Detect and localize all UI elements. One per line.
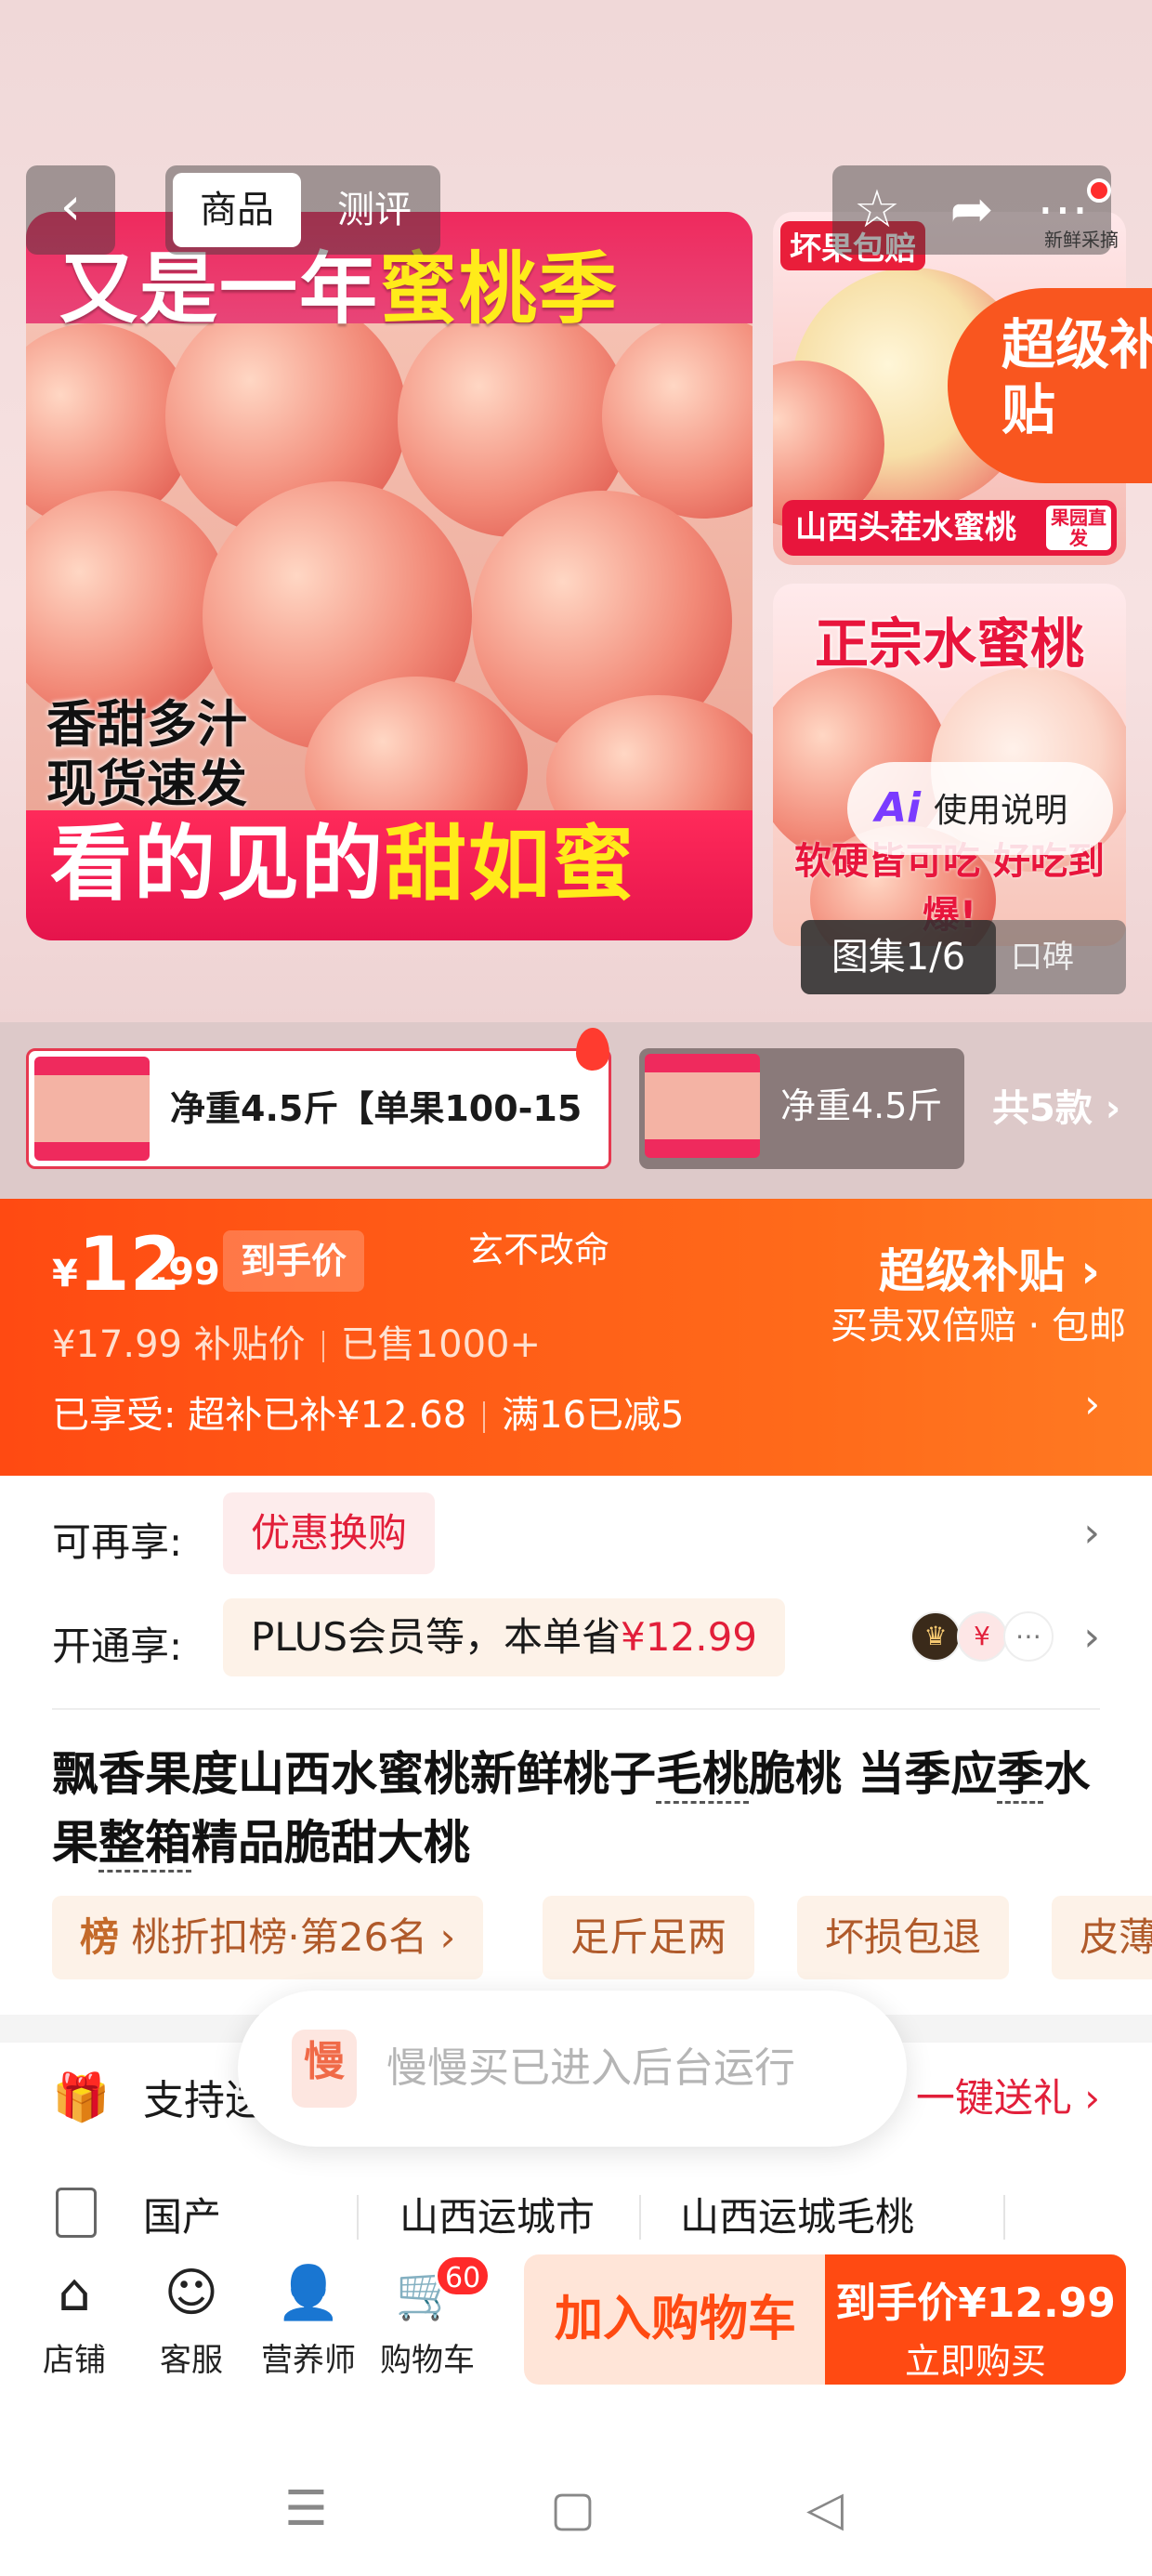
promo-row-exchange[interactable]: 可再享: 优惠换购 › <box>0 1491 1152 1584</box>
tab-review[interactable]: 测评 <box>314 173 435 247</box>
tab-product[interactable]: 商品 <box>173 173 301 247</box>
app-logo-icon: 慢 <box>292 2030 357 2108</box>
smile-icon: ☺ <box>164 2263 219 2323</box>
discount-applied-row[interactable]: 已享受: 超补已补¥12.68 满16已减5 <box>52 1385 685 1439</box>
send-gift-link[interactable]: 一键送礼 › <box>916 2067 1100 2123</box>
crown-icon: ♛ <box>910 1611 961 1662</box>
ai-icon: Ai <box>875 784 922 832</box>
chevron-left-icon: ‹ <box>59 177 82 237</box>
back-triangle-icon[interactable]: ◁ <box>806 2481 844 2537</box>
main-product-image[interactable]: 又是一年蜜桃季 香甜多汁 现货速发 看的见的甜如蜜 <box>26 212 753 940</box>
side2-title: 正宗水蜜桃 <box>814 612 1084 676</box>
rank-icon: 榜 <box>80 1914 120 1960</box>
gallery-pager: 图集1/6 口碑 <box>801 920 1126 994</box>
ai-usage-guide[interactable]: Ai 使用说明 <box>847 762 1113 855</box>
super-subsidy-link[interactable]: 超级补贴 › <box>879 1234 1100 1301</box>
product-title: 飘香果度山西水蜜桃新鲜桃子毛桃脆桃 当季应季水果整箱精品脆甜大桃 <box>52 1740 1111 1877</box>
variant-thumb <box>34 1057 150 1161</box>
service-tags: 榜 桃折扣榜·第26名 › 足斤足两 坏损包退 皮薄 <box>52 1896 1152 1979</box>
chevron-right-icon[interactable]: › <box>1083 1509 1100 1557</box>
system-navigation: ☰ ▢ ◁ <box>0 2453 1152 2576</box>
pager-reviews[interactable]: 口碑 <box>1011 920 1122 994</box>
tag-thin-skin: 皮薄 <box>1052 1896 1152 1979</box>
star-icon[interactable]: ☆ <box>840 175 914 245</box>
main-image-side-text: 香甜多汁 现货速发 <box>46 695 247 813</box>
main-image-bottom-text: 看的见的甜如蜜 <box>50 816 636 912</box>
exchange-chip[interactable]: 优惠换购 <box>223 1492 436 1574</box>
super-subsidy-badge: 超级补贴 <box>948 288 1152 483</box>
person-icon: 👤 <box>276 2263 341 2323</box>
back-button[interactable]: ‹ <box>26 165 115 255</box>
variant-option-1[interactable]: 净重4.5斤【单果100-15 <box>26 1048 611 1169</box>
tab-switcher: 商品 测评 <box>165 165 440 255</box>
shop-button[interactable]: ⌂ 店铺 <box>19 2260 130 2380</box>
gift-icon: 🎁 <box>52 2070 111 2124</box>
notification-dot <box>1087 178 1111 203</box>
rank-tag[interactable]: 榜 桃折扣榜·第26名 › <box>52 1896 484 1979</box>
nutritionist-button[interactable]: 👤 营养师 <box>253 2260 364 2380</box>
cart-count-badge: 60 <box>435 2254 491 2297</box>
promo-row-plus[interactable]: 开通享: PLUS会员等，本单省¥12.99 ♛ ¥ ⋯ › <box>0 1597 1152 1689</box>
chevron-right-icon[interactable]: › <box>1084 1381 1100 1426</box>
pager-gallery[interactable]: 图集1/6 <box>801 920 996 994</box>
menu-icon[interactable]: ☰ <box>284 2481 328 2537</box>
guarantee-text: 买贵双倍赔 · 包邮 <box>830 1305 1126 1347</box>
more-icon: ⋯ <box>1003 1611 1054 1662</box>
share-icon[interactable]: ➦ <box>935 175 1009 245</box>
product-page: 又是一年蜜桃季 香甜多汁 现货速发 看的见的甜如蜜 坏果包赔 新鲜采摘 山西头茬水… <box>0 0 1152 2576</box>
top-actions: ☆ ➦ ⋯ <box>832 165 1111 255</box>
tag-damage-refund: 坏损包退 <box>797 1896 1010 1979</box>
divider <box>52 1708 1100 1710</box>
customer-service-button[interactable]: ☺ 客服 <box>136 2260 247 2380</box>
plus-member-chip[interactable]: PLUS会员等，本单省¥12.99 <box>223 1598 786 1676</box>
variant-option-2[interactable]: 净重4.5斤 <box>639 1048 964 1169</box>
price-section: ¥ 12 .99 到手价 玄不改命 超级补贴 › 买贵双倍赔 · 包邮 ¥17.… <box>0 1199 1152 1476</box>
final-price-tag: 到手价 <box>223 1230 364 1292</box>
hot-flame-icon <box>576 1028 609 1071</box>
background-toast: 慢 慢慢买已进入后台运行 <box>238 1991 907 2147</box>
shop-name: 玄不改命 <box>468 1229 610 1270</box>
side1-caption: 山西头茬水蜜桃 果园直发 <box>782 500 1117 556</box>
store-icon: ⌂ <box>58 2263 91 2323</box>
buy-now-button[interactable]: 到手价¥12.99 立即购买 <box>825 2254 1126 2385</box>
image-gallery[interactable]: 又是一年蜜桃季 香甜多汁 现货速发 看的见的甜如蜜 坏果包赔 新鲜采摘 山西头茬水… <box>0 0 1152 1022</box>
chevron-right-icon[interactable]: › <box>1083 1613 1100 1661</box>
home-icon[interactable]: ▢ <box>550 2481 596 2537</box>
tag-full-weight: 足斤足两 <box>543 1896 755 1979</box>
variant-count[interactable]: 共5款 › <box>992 1048 1120 1169</box>
coupon-icon: ¥ <box>957 1611 1007 1662</box>
original-price-row: ¥17.99 补贴价 已售1000+ <box>52 1323 541 1366</box>
document-icon <box>56 2188 97 2238</box>
add-to-cart-button[interactable]: 加入购物车 <box>524 2254 827 2385</box>
variant-thumb <box>645 1054 760 1158</box>
